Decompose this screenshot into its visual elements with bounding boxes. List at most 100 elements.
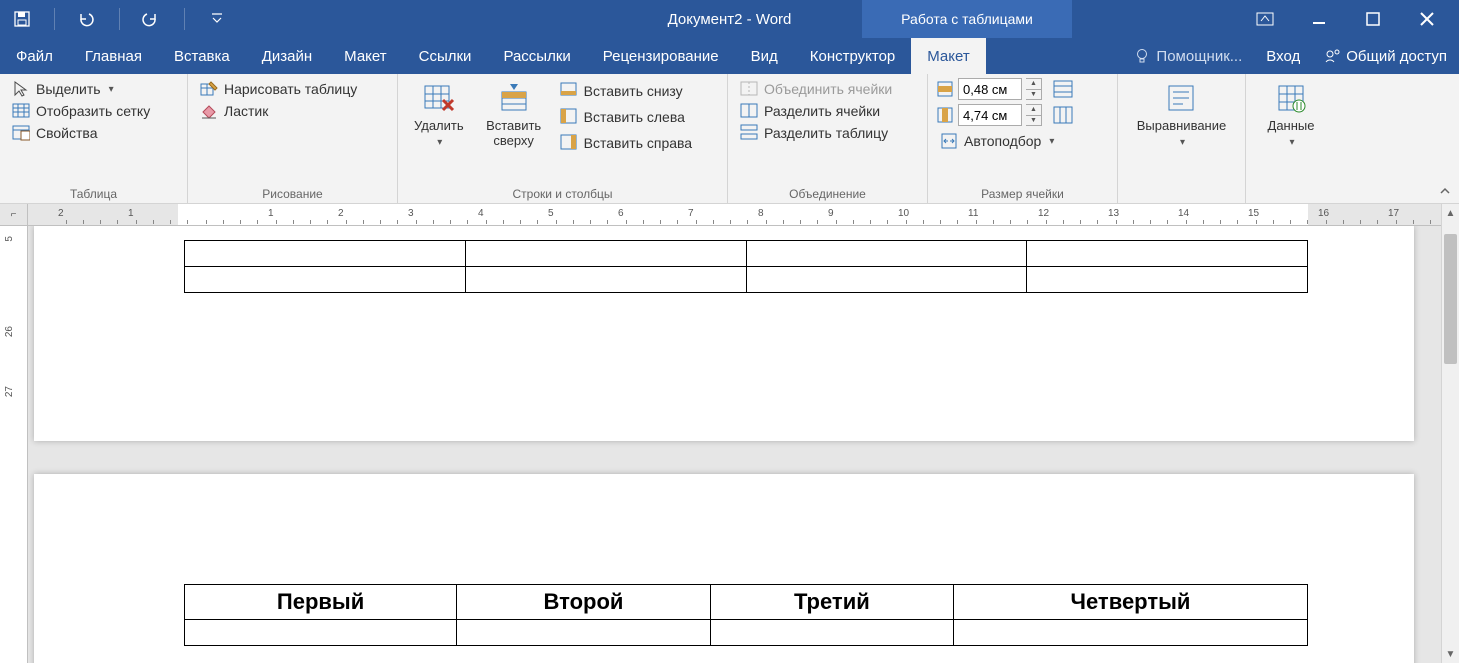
- undo-button[interactable]: [75, 7, 99, 31]
- insert-above-button[interactable]: Вставить сверху: [472, 78, 556, 185]
- lightbulb-icon: [1134, 48, 1150, 64]
- table-header[interactable]: Второй: [457, 585, 711, 620]
- group-cell-size: ▲▼ ▲▼ Автоподбор▾ Размер ячейки: [928, 74, 1118, 203]
- draw-table-button[interactable]: Нарисовать таблицу: [196, 78, 389, 100]
- vertical-ruler[interactable]: 5 26 27: [0, 226, 28, 663]
- tab-references[interactable]: Ссылки: [403, 38, 488, 74]
- window-controls: [1253, 0, 1459, 38]
- ribbon-display-icon: [1256, 12, 1274, 26]
- tab-table-layout[interactable]: Макет: [911, 38, 985, 74]
- title-bar: Документ2 - Word Работа с таблицами: [0, 0, 1459, 38]
- chevron-up-icon: [1439, 185, 1451, 197]
- ruler-number: 14: [1178, 208, 1189, 219]
- table-header[interactable]: Первый: [185, 585, 457, 620]
- close-button[interactable]: [1415, 7, 1439, 31]
- tab-insert[interactable]: Вставка: [158, 38, 246, 74]
- ruler-number: 6: [618, 208, 624, 219]
- split-cells-button[interactable]: Разделить ячейки: [736, 100, 919, 122]
- ruler-number: 1: [268, 208, 274, 219]
- ruler-number: 16: [1318, 208, 1329, 219]
- ruler-number: 2: [338, 208, 344, 219]
- group-table: Выделить▾ Отобразить сетку Свойства Табл…: [0, 74, 188, 203]
- pencil-table-icon: [200, 80, 218, 98]
- row-height-input[interactable]: [958, 78, 1022, 100]
- eraser-button[interactable]: Ластик: [196, 100, 389, 122]
- alignment-button[interactable]: Выравнивание▾: [1129, 78, 1234, 152]
- tab-file[interactable]: Файл: [0, 38, 69, 74]
- save-button[interactable]: [10, 7, 34, 31]
- insert-left-button[interactable]: Вставить слева: [556, 106, 696, 128]
- horizontal-ruler[interactable]: ⌐ 211234567891011121314151617: [0, 204, 1459, 226]
- ruler-number: 10: [898, 208, 909, 219]
- collapse-ribbon-button[interactable]: [1437, 183, 1453, 199]
- ribbon-tabs: Файл Главная Вставка Дизайн Макет Ссылки…: [0, 38, 1459, 74]
- properties-button[interactable]: Свойства: [8, 122, 179, 144]
- group-label-size: Размер ячейки: [928, 187, 1117, 201]
- maximize-button[interactable]: [1361, 7, 1385, 31]
- table-1[interactable]: [184, 240, 1308, 293]
- col-width-spinner[interactable]: ▲▼: [1026, 104, 1042, 126]
- ruler-number: 4: [478, 208, 484, 219]
- col-width-input[interactable]: [958, 104, 1022, 126]
- ruler-number: 3: [408, 208, 414, 219]
- tab-table-design[interactable]: Конструктор: [794, 38, 912, 74]
- alignment-icon: [1165, 82, 1197, 114]
- tab-layout[interactable]: Макет: [328, 38, 402, 74]
- row-height-spinner[interactable]: ▲▼: [1026, 78, 1042, 100]
- tab-review[interactable]: Рецензирование: [587, 38, 735, 74]
- close-icon: [1419, 11, 1435, 27]
- data-button[interactable]: Данные▾: [1260, 78, 1323, 152]
- table-header[interactable]: Четвертый: [953, 585, 1307, 620]
- tell-me-label: Помощник...: [1156, 48, 1242, 65]
- save-icon: [13, 10, 31, 28]
- ruler-number: 7: [688, 208, 694, 219]
- scroll-down-button[interactable]: ▼: [1442, 645, 1459, 663]
- select-button[interactable]: Выделить▾: [8, 78, 179, 100]
- minimize-button[interactable]: [1307, 7, 1331, 31]
- page-1[interactable]: [34, 226, 1414, 441]
- tell-me-button[interactable]: Помощник...: [1122, 48, 1254, 65]
- group-label-merge: Объединение: [728, 187, 927, 201]
- insert-right-icon: [560, 134, 578, 152]
- split-table-button[interactable]: Разделить таблицу: [736, 122, 919, 144]
- grid-icon: [12, 102, 30, 120]
- group-data: Данные▾: [1246, 74, 1336, 203]
- tab-mailings[interactable]: Рассылки: [487, 38, 586, 74]
- split-table-icon: [740, 124, 758, 142]
- qat-customize-button[interactable]: [205, 7, 229, 31]
- minimize-icon: [1311, 11, 1327, 27]
- distribute-cols-icon[interactable]: [1052, 105, 1074, 125]
- redo-button[interactable]: [140, 7, 164, 31]
- ruler-number: 12: [1038, 208, 1049, 219]
- properties-icon: [12, 124, 30, 142]
- signin-button[interactable]: Вход: [1254, 48, 1312, 65]
- share-button[interactable]: Общий доступ: [1312, 47, 1459, 65]
- gridlines-button[interactable]: Отобразить сетку: [8, 100, 179, 122]
- ruler-number: 2: [58, 208, 64, 219]
- autofit-button[interactable]: Автоподбор▾: [936, 130, 1109, 152]
- scroll-up-button[interactable]: ▲: [1442, 204, 1459, 222]
- insert-right-button[interactable]: Вставить справа: [556, 132, 696, 154]
- table-2[interactable]: Первый Второй Третий Четвертый: [184, 584, 1308, 646]
- insert-below-button[interactable]: Вставить снизу: [556, 80, 696, 102]
- ruler-number: 15: [1248, 208, 1259, 219]
- tab-design[interactable]: Дизайн: [246, 38, 328, 74]
- tab-view[interactable]: Вид: [735, 38, 794, 74]
- share-label: Общий доступ: [1346, 48, 1447, 65]
- table-header[interactable]: Третий: [710, 585, 953, 620]
- ruler-number: 5: [548, 208, 554, 219]
- ruler-number: 11: [968, 208, 978, 219]
- scroll-thumb[interactable]: [1444, 234, 1457, 364]
- merge-cells-button[interactable]: Объединить ячейки: [736, 78, 919, 100]
- vertical-scrollbar[interactable]: ▲ ▼: [1441, 204, 1459, 663]
- delete-button[interactable]: Удалить▾: [406, 78, 472, 185]
- distribute-rows-icon[interactable]: [1052, 79, 1074, 99]
- delete-table-icon: [423, 82, 455, 114]
- redo-icon: [142, 11, 162, 27]
- ruler-corner[interactable]: ⌐: [0, 204, 28, 225]
- tab-home[interactable]: Главная: [69, 38, 158, 74]
- group-label-table: Таблица: [0, 187, 187, 201]
- ribbon-display-button[interactable]: [1253, 7, 1277, 31]
- page-2[interactable]: Первый Второй Третий Четвертый: [34, 474, 1414, 663]
- insert-below-icon: [560, 82, 578, 100]
